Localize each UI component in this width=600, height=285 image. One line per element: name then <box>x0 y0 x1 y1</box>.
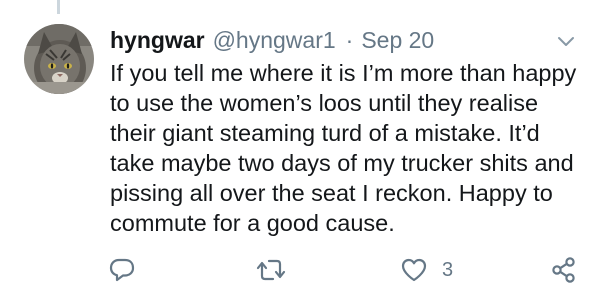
like-button[interactable]: 3 <box>400 255 453 285</box>
header-separator: · <box>345 27 354 53</box>
tweet-actions: 3 <box>0 255 600 285</box>
user-handle[interactable]: @hyngwar1 <box>213 27 336 54</box>
avatar[interactable] <box>24 24 94 94</box>
tweet-date[interactable]: Sep 20 <box>361 27 434 54</box>
share-icon <box>552 257 575 283</box>
tweet-header: hyngwar @hyngwar1 · Sep 20 <box>110 27 434 57</box>
retweet-icon <box>256 259 286 281</box>
chevron-down-icon <box>558 37 574 46</box>
share-button[interactable] <box>550 255 578 285</box>
thread-connector-line <box>57 0 60 14</box>
cat-photo-avatar-icon <box>24 24 94 94</box>
reply-icon <box>109 258 135 282</box>
more-options-button[interactable] <box>556 34 576 50</box>
reply-button[interactable] <box>108 255 136 285</box>
retweet-button[interactable] <box>256 255 286 285</box>
heart-icon <box>401 258 427 282</box>
display-name[interactable]: hyngwar <box>110 27 205 54</box>
like-count: 3 <box>442 258 454 281</box>
tweet-text: If you tell me where it is I’m more than… <box>110 60 577 236</box>
